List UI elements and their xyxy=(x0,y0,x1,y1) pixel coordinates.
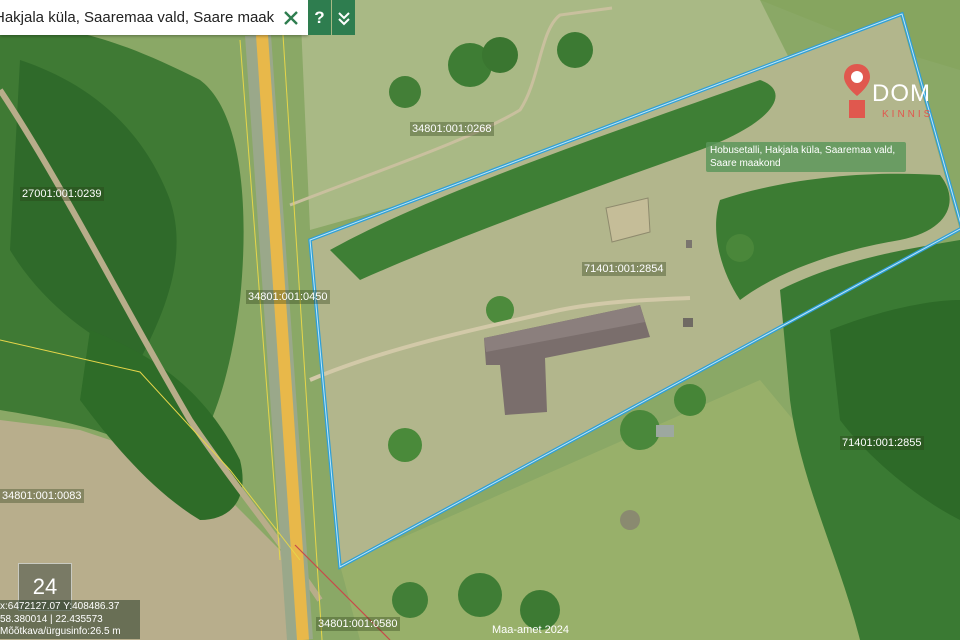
address-popup: Hobusetalli, Hakjala küla, Saaremaa vald… xyxy=(706,142,906,172)
coords-line: x:6472127.07 Y:408486.37 xyxy=(0,601,120,612)
parcel-label[interactable]: 27001:001:0239 xyxy=(20,187,104,201)
brand-logo: DOM KINNIS xyxy=(840,62,960,126)
parcel-label[interactable]: 71401:001:2854 xyxy=(582,262,666,276)
zoom-level-value: 24 xyxy=(32,574,58,599)
logo-subtext: KINNIS xyxy=(882,109,934,120)
expand-button[interactable] xyxy=(332,0,355,35)
parcel-label[interactable]: 34801:001:0580 xyxy=(316,617,400,631)
parcel-label[interactable]: 34801:001:0450 xyxy=(246,290,330,304)
clear-search-button[interactable] xyxy=(274,0,308,35)
parcel-label[interactable]: 34801:001:0268 xyxy=(410,122,494,136)
aerial-map[interactable] xyxy=(0,0,960,640)
coordinates-panel: x:6472127.07 Y:408486.37 58.380014 | 22.… xyxy=(0,600,140,639)
coords-line: Mõõtkava/ürgusinfo:26.5 m xyxy=(0,626,121,637)
logo-text: DOM xyxy=(872,80,931,107)
parcel-label[interactable]: 34801:001:0083 xyxy=(0,489,84,503)
search-input[interactable]: Hakjala küla, Saaremaa vald, Saare maako… xyxy=(0,9,274,26)
search-bar[interactable]: Hakjala küla, Saaremaa vald, Saare maako… xyxy=(0,0,308,35)
help-button[interactable]: ? xyxy=(308,0,331,35)
close-icon xyxy=(284,10,298,25)
parcel-label[interactable]: 71401:001:2855 xyxy=(840,436,924,450)
chevron-double-down-icon xyxy=(337,11,350,25)
map-attribution: Maa-amet 2024 xyxy=(492,624,570,636)
help-icon: ? xyxy=(314,7,325,27)
coords-line: 58.380014 | 22.435573 xyxy=(0,613,103,625)
